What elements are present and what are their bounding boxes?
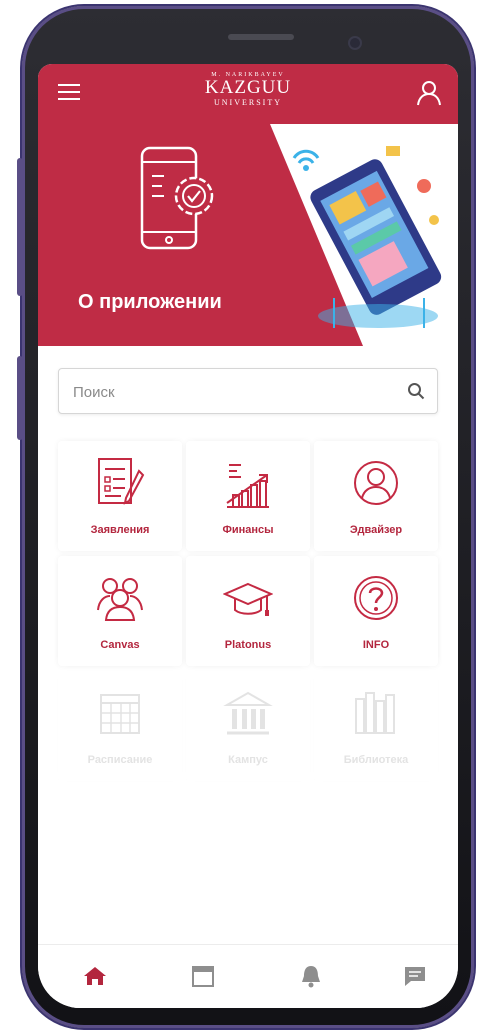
calendar-icon[interactable] <box>188 963 218 989</box>
tile-label: Эдвайзер <box>349 524 403 536</box>
tile-advisor[interactable]: Эдвайзер <box>314 441 438 551</box>
banner-title: О приложении <box>78 291 222 313</box>
bell-icon[interactable] <box>296 963 326 989</box>
tile-label: Canvas <box>100 639 140 651</box>
tile-label: Расписание <box>87 754 153 766</box>
tile-label: Заявления <box>90 524 150 536</box>
phone-illustration <box>292 146 442 328</box>
logo-sub-text: UNIVERSITY <box>214 98 282 107</box>
app-bar: M. NARIKBAYEV KAZGUU UNIVERSITY <box>38 64 458 124</box>
profile-icon[interactable] <box>416 80 442 106</box>
tile-campus[interactable]: Кампус <box>186 671 310 781</box>
tile-zayavleniya[interactable]: Заявления <box>58 441 182 551</box>
phone-camera <box>350 38 360 48</box>
app-settings-icon <box>140 146 214 250</box>
tile-info[interactable]: INFO <box>314 556 438 666</box>
tile-label: Кампус <box>228 754 268 766</box>
question-circle-icon <box>354 576 398 620</box>
tile-platonus[interactable]: Platonus <box>186 556 310 666</box>
logo-main-text: KAZGUU <box>204 77 292 98</box>
users-group-icon <box>97 578 143 621</box>
tile-finansy[interactable]: Финансы <box>186 441 310 551</box>
tile-label: Библиотека <box>343 754 409 766</box>
search-icon[interactable] <box>407 382 425 400</box>
books-icon <box>355 692 395 734</box>
tile-label: INFO <box>362 639 390 651</box>
bottom-navigation <box>38 944 458 1008</box>
tile-label: Platonus <box>224 639 272 651</box>
building-icon <box>223 691 273 735</box>
advisor-user-icon <box>354 461 398 505</box>
phone-side-button <box>17 356 23 440</box>
document-list-icon <box>98 458 145 505</box>
about-banner[interactable]: О приложении <box>38 124 458 346</box>
search-input[interactable] <box>71 369 395 415</box>
university-logo: M. NARIKBAYEV KAZGUU UNIVERSITY <box>38 72 458 107</box>
tile-schedule[interactable]: Расписание <box>58 671 182 781</box>
graduation-cap-icon <box>223 582 273 616</box>
growth-chart-icon <box>226 464 269 508</box>
tile-label: Финансы <box>222 524 274 536</box>
phone-speaker <box>228 34 294 40</box>
phone-side-button <box>17 158 23 296</box>
app-screen: M. NARIKBAYEV KAZGUU UNIVERSITY О прилож… <box>38 64 458 1008</box>
tile-library[interactable]: Библиотека <box>314 671 438 781</box>
tile-canvas[interactable]: Canvas <box>58 556 182 666</box>
chat-icon[interactable] <box>400 963 430 989</box>
home-icon[interactable] <box>80 963 110 989</box>
search-box[interactable] <box>58 368 438 415</box>
calendar-grid-icon <box>100 694 140 734</box>
